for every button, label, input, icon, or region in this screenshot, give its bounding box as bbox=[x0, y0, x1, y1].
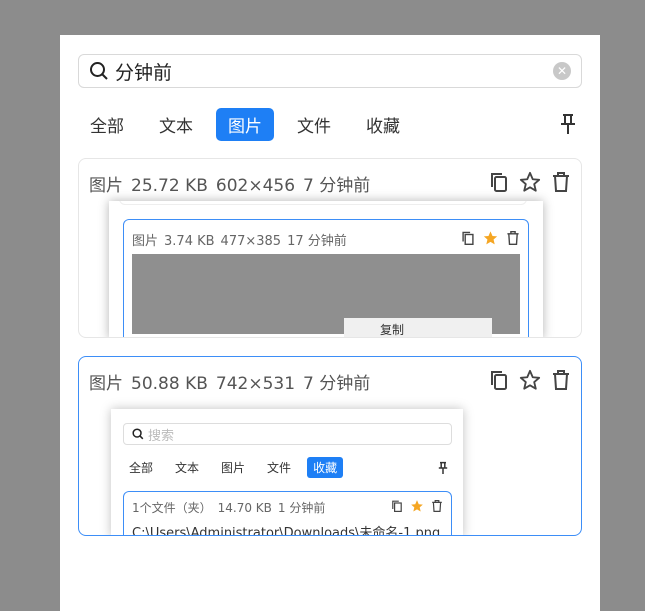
preview-tab: 文本 bbox=[175, 461, 200, 475]
item-dimensions: 742×531 bbox=[215, 374, 296, 394]
item-type: 图片 bbox=[89, 374, 123, 394]
filter-tabs: 全部 文本 图片 文件 收藏 bbox=[78, 107, 582, 141]
preview-time: 1 分钟前 bbox=[277, 501, 326, 515]
search-value: 分钟前 bbox=[115, 61, 173, 84]
delete-icon[interactable] bbox=[551, 369, 571, 391]
preview-item: 1个文件（夹） 14.70 KB 1 分钟前 C:\Users\Administra… bbox=[123, 491, 452, 536]
tab-images[interactable]: 图片 bbox=[216, 107, 274, 141]
clipboard-item[interactable]: 图片 25.72 KB 602×456 7 分钟前 图片 3.74 KB 477×385 1… bbox=[78, 158, 582, 338]
item-type: 图片 bbox=[89, 176, 123, 196]
image-preview: 搜索 全部 文本 图片 文件 收藏 1个文件（夹） 14.70 KB 1 分钟前 C… bbox=[111, 409, 463, 536]
star-icon[interactable] bbox=[519, 369, 541, 391]
item-size: 50.88 KB bbox=[131, 374, 208, 394]
tab-text[interactable]: 文本 bbox=[147, 108, 205, 141]
tab-files[interactable]: 文件 bbox=[285, 108, 343, 141]
item-time: 7 分钟前 bbox=[303, 374, 371, 394]
preview-item: 图片 3.74 KB 477×385 17 分钟前 复制 bbox=[123, 219, 529, 337]
pin-icon[interactable] bbox=[558, 113, 578, 135]
delete-icon bbox=[432, 500, 442, 512]
item-time: 7 分钟前 bbox=[303, 176, 371, 196]
clipboard-panel: 分钟前 ✕ 全部 文本 图片 文件 收藏 图片 25.72 KB 602×456 7 … bbox=[60, 35, 600, 611]
clear-icon[interactable]: ✕ bbox=[553, 62, 571, 80]
preview-image: 复制 bbox=[132, 254, 520, 337]
preview-tabs: 全部 文本 图片 文件 收藏 bbox=[123, 457, 353, 478]
copy-icon bbox=[462, 231, 474, 245]
clipboard-item-selected[interactable]: 图片 50.88 KB 742×531 7 分钟前 搜索 全部 文本 图片 文件 收藏… bbox=[78, 356, 582, 536]
preview-search: 搜索 bbox=[123, 423, 452, 445]
context-menu-item: 复制 bbox=[344, 318, 492, 337]
delete-icon bbox=[507, 231, 519, 245]
preview-tab-active: 收藏 bbox=[307, 457, 344, 478]
preview-tab: 全部 bbox=[129, 461, 154, 475]
preview-file-path: C:\Users\Administrator\Downloads\未命名-1.p… bbox=[132, 526, 441, 536]
image-preview: 图片 3.74 KB 477×385 17 分钟前 复制 bbox=[109, 201, 543, 337]
copy-icon bbox=[392, 500, 402, 512]
preview-type: 图片 bbox=[132, 234, 159, 249]
copy-icon[interactable] bbox=[489, 369, 509, 391]
search-icon bbox=[90, 62, 108, 80]
search-icon bbox=[132, 428, 144, 440]
copy-icon[interactable] bbox=[489, 171, 509, 193]
delete-icon[interactable] bbox=[551, 171, 571, 193]
search-input[interactable]: 分钟前 ✕ bbox=[78, 54, 582, 88]
preview-dims: 477×385 bbox=[220, 234, 282, 249]
preview-size: 3.74 KB bbox=[164, 234, 215, 249]
preview-type: 1个文件（夹） bbox=[132, 501, 212, 515]
tab-favorites[interactable]: 收藏 bbox=[354, 108, 412, 141]
item-dimensions: 602×456 bbox=[215, 176, 296, 196]
star-filled-icon bbox=[411, 500, 423, 512]
star-icon[interactable] bbox=[519, 171, 541, 193]
preview-tab: 图片 bbox=[221, 461, 246, 475]
preview-size: 14.70 KB bbox=[217, 501, 272, 515]
pin-icon bbox=[438, 461, 448, 474]
item-size: 25.72 KB bbox=[131, 176, 208, 196]
preview-search-placeholder: 搜索 bbox=[148, 428, 175, 444]
star-filled-icon bbox=[483, 231, 498, 245]
preview-tab: 文件 bbox=[267, 461, 292, 475]
preview-time: 17 分钟前 bbox=[287, 234, 347, 249]
tab-all[interactable]: 全部 bbox=[78, 108, 136, 141]
